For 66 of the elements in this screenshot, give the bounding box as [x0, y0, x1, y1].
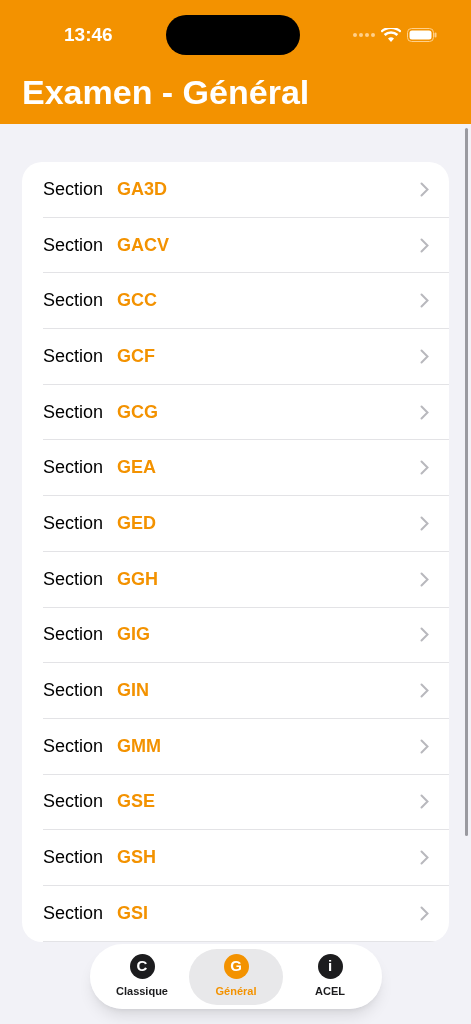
- tab-letter-icon: G: [223, 953, 249, 979]
- section-label: Section: [43, 734, 104, 758]
- section-row[interactable]: Section GIG: [43, 607, 449, 664]
- battery-icon: [407, 28, 437, 42]
- tab-item[interactable]: i ACEL: [283, 948, 377, 1005]
- section-code: GMM: [117, 734, 162, 758]
- chevron-icon: [420, 571, 429, 587]
- chevron-icon: [420, 738, 429, 754]
- section-code: GCG: [117, 400, 159, 424]
- section-row[interactable]: Section GEA: [43, 440, 449, 497]
- section-row[interactable]: Section GACV: [43, 217, 449, 274]
- section-row[interactable]: Section GA3D: [43, 162, 449, 218]
- section-row[interactable]: Section GSI: [43, 885, 449, 942]
- section-code: GED: [117, 511, 157, 535]
- section-code: GSI: [117, 901, 149, 925]
- section-code: GCF: [117, 344, 156, 368]
- section-row[interactable]: Section GCF: [43, 329, 449, 385]
- chevron-icon: [420, 237, 429, 253]
- chevron-icon: [420, 348, 429, 364]
- section-code: GACV: [117, 233, 170, 257]
- section-label: Section: [43, 567, 104, 591]
- tab-letter-icon: C: [129, 953, 155, 979]
- section-code: GEA: [117, 456, 157, 480]
- section-label: Section: [43, 400, 104, 424]
- section-label: Section: [43, 456, 104, 480]
- section-code: GA3D: [117, 177, 168, 201]
- section-label: Section: [43, 679, 104, 703]
- section-label: Section: [43, 623, 104, 647]
- signal-icon: [353, 33, 375, 37]
- chevron-icon: [420, 850, 429, 866]
- section-row[interactable]: Section GGH: [43, 551, 449, 608]
- section-code: GIN: [117, 679, 150, 703]
- section-row[interactable]: Section GSE: [43, 774, 449, 831]
- section-row[interactable]: Section GCG: [43, 384, 449, 441]
- tab-letter-icon: i: [317, 953, 343, 979]
- section-code: GSH: [117, 846, 157, 870]
- chevron-icon: [420, 404, 429, 420]
- chevron-icon: [420, 794, 429, 810]
- section-label: Section: [43, 289, 104, 313]
- chevron-icon: [420, 460, 429, 476]
- chevron-icon: [420, 293, 429, 309]
- section-label: Section: [43, 177, 104, 201]
- section-row[interactable]: Section GSH: [43, 830, 449, 886]
- section-code: GSE: [117, 790, 156, 814]
- section-code: GGH: [117, 567, 159, 591]
- section-row[interactable]: Section GIN: [43, 663, 449, 719]
- section-label: Section: [43, 790, 104, 814]
- section-row[interactable]: Section GMM: [43, 718, 449, 775]
- tab-item[interactable]: C Classique: [95, 948, 189, 1005]
- chevron-icon: [420, 181, 429, 197]
- section-code: GIG: [117, 623, 151, 647]
- chevron-icon: [420, 683, 429, 699]
- page-title: Examen - Général: [21, 75, 310, 109]
- section-label: Section: [43, 511, 104, 535]
- status-time: 13:46: [64, 22, 113, 47]
- section-code: GCC: [117, 289, 158, 313]
- wifi-icon: [381, 27, 401, 43]
- section-label: Section: [43, 901, 104, 925]
- section-row[interactable]: Section GED: [43, 496, 449, 552]
- section-label: Section: [43, 846, 104, 870]
- chevron-icon: [420, 515, 429, 531]
- chevron-icon: [420, 627, 429, 643]
- section-label: Section: [43, 344, 104, 368]
- section-label: Section: [43, 233, 104, 257]
- section-row[interactable]: Section GCC: [43, 273, 449, 330]
- chevron-icon: [420, 905, 429, 921]
